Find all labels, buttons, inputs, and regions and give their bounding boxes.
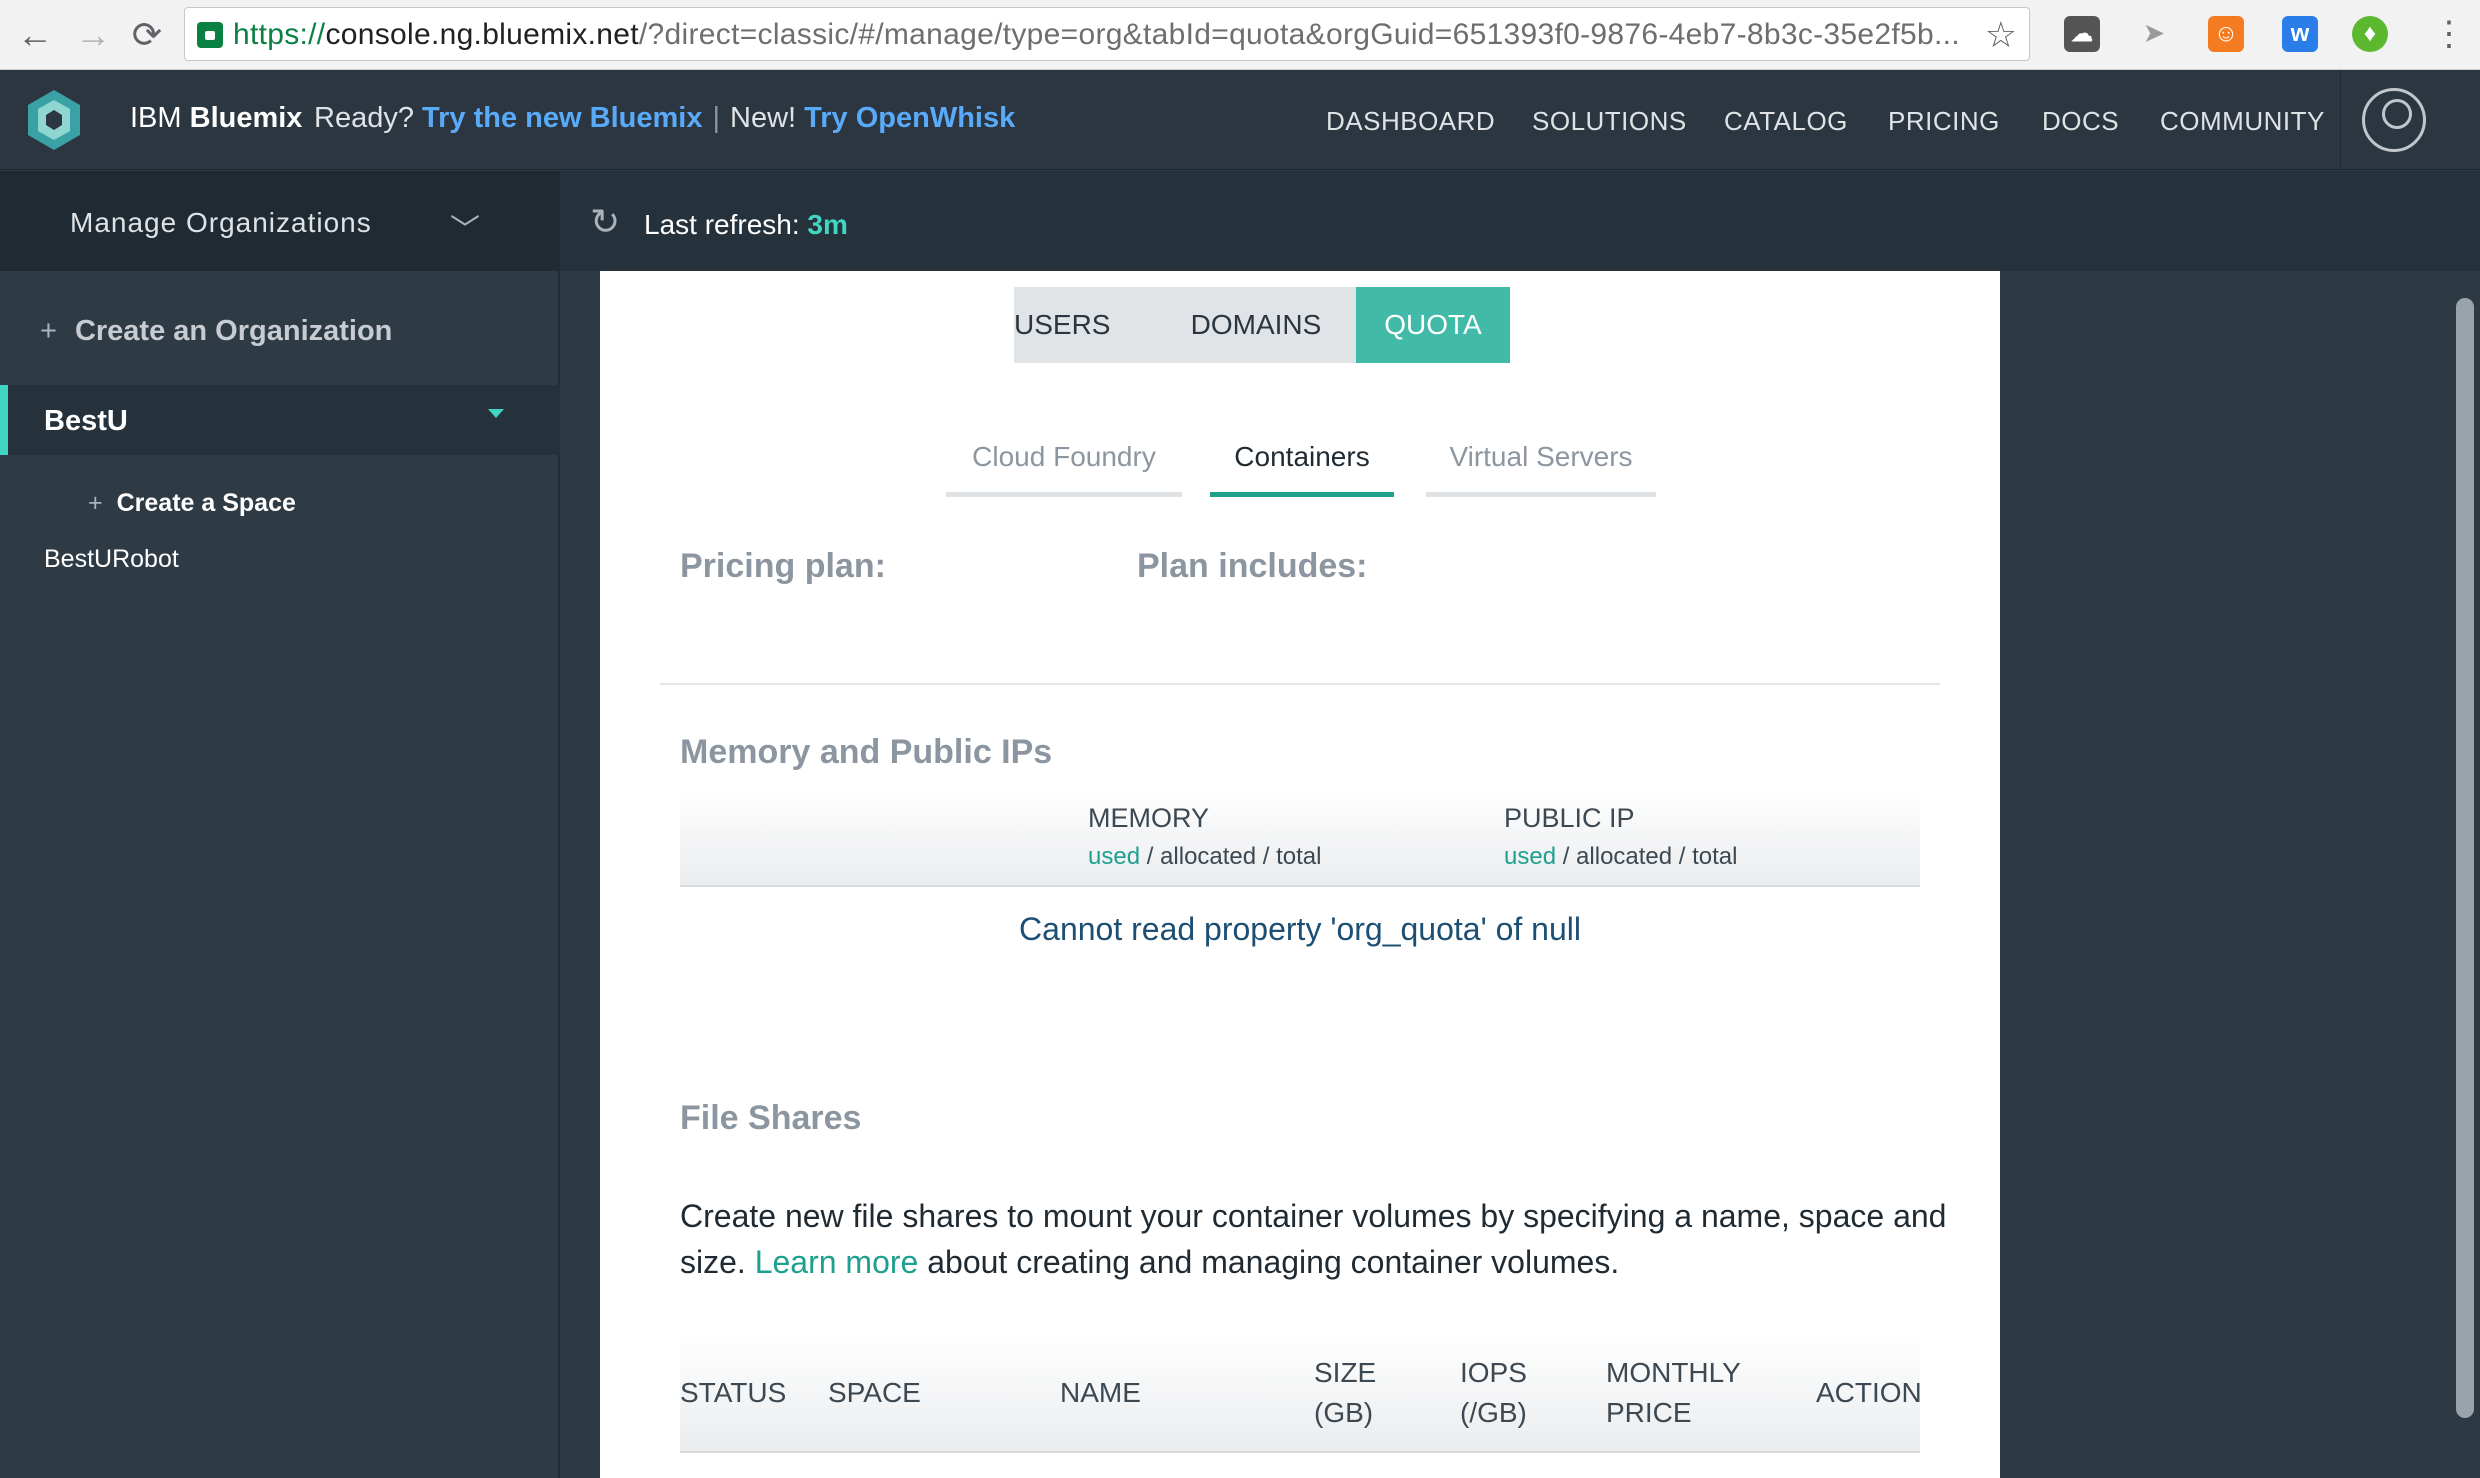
manage-organizations-label: Manage Organizations	[70, 207, 372, 238]
user-avatar-icon[interactable]	[2362, 88, 2426, 152]
sub-header: Manage Organizations ﹀ ↻ Last refresh: 3…	[0, 171, 2480, 271]
promo-strip: Ready? Try the new Bluemix | New! Try Open…	[314, 102, 1016, 134]
extension-icon-green[interactable]: ♦	[2352, 16, 2388, 52]
tab-users-area[interactable]	[1014, 287, 1204, 363]
plus-icon: +	[88, 489, 103, 517]
bluemix-logo-icon[interactable]	[22, 88, 86, 152]
file-shares-table-header: STATUS SPACE NAME SIZE (GB) IOPS (/GB) M…	[680, 1335, 1922, 1453]
sidebar-item-org[interactable]: BestU	[0, 385, 560, 455]
memory-column-title: MEMORY	[1088, 803, 1210, 833]
extension-icon-orange[interactable]: ☺	[2208, 16, 2244, 52]
browser-toolbar: ← → ⟳ https://console.ng.bluemix.net/?di…	[0, 0, 2480, 70]
subtab-containers[interactable]: Containers	[1210, 441, 1394, 473]
memory-table-header: MEMORY used / allocated / total PUBLIC I…	[680, 789, 1920, 887]
column-size: SIZE (GB)	[1314, 1357, 1377, 1428]
manage-organizations-dropdown[interactable]: Manage Organizations ﹀	[0, 171, 560, 271]
bookmark-star-icon[interactable]: ☆	[1985, 14, 2017, 56]
nav-pricing[interactable]: PRICING	[1888, 106, 2000, 137]
plus-icon: +	[40, 315, 57, 347]
brand-name[interactable]: IBM Bluemix	[130, 102, 302, 135]
nav-divider	[2340, 70, 2341, 170]
column-space: SPACE	[828, 1377, 921, 1408]
lock-icon	[197, 22, 223, 48]
memory-section-title: Memory and Public IPs	[680, 733, 1053, 771]
main-tabs: USERS DOMAINS QUOTA	[1014, 287, 1510, 363]
quota-card: USERS DOMAINS QUOTA Cloud Foundry Contai…	[600, 271, 2000, 1478]
pricing-plan-label: Pricing plan:	[680, 547, 886, 585]
create-organization-button[interactable]: + Create an Organization	[40, 315, 392, 348]
subtab-underline	[1426, 492, 1656, 497]
public-ip-column-title: PUBLIC IP	[1504, 803, 1635, 833]
caret-down-icon[interactable]	[488, 409, 504, 418]
column-action: ACTION	[1816, 1377, 1922, 1408]
app-header: IBM Bluemix Ready? Try the new Bluemix | N…	[0, 70, 2480, 170]
back-arrow-icon[interactable]: ←	[12, 12, 58, 58]
subtab-cloud-foundry[interactable]: Cloud Foundry	[946, 441, 1182, 473]
extension-icon-w[interactable]: w	[2282, 16, 2318, 52]
scrollbar-thumb[interactable]	[2456, 298, 2474, 1418]
sidebar: + Create an Organization BestU + Create a …	[0, 271, 560, 1478]
nav-community[interactable]: COMMUNITY	[2160, 106, 2325, 137]
url-text[interactable]: https://console.ng.bluemix.net/?direct=c…	[233, 18, 1960, 52]
column-status: STATUS	[680, 1377, 787, 1408]
public-ip-usage-legend: used / allocated / total	[1504, 843, 1738, 870]
chevron-down-icon[interactable]: ﹀	[450, 205, 480, 249]
last-refresh: Last refresh: 3m	[644, 209, 848, 240]
learn-more-link[interactable]: Learn more	[755, 1244, 919, 1280]
nav-docs[interactable]: DOCS	[2042, 106, 2119, 137]
try-openwhisk-link[interactable]: Try OpenWhisk	[804, 102, 1015, 134]
reload-icon[interactable]: ⟳	[124, 12, 170, 58]
sidebar-item-space[interactable]: BestURobot	[44, 545, 179, 574]
try-new-bluemix-link[interactable]: Try the new Bluemix	[422, 102, 702, 134]
forward-arrow-icon[interactable]: →	[70, 12, 116, 58]
extension-icon-cloud[interactable]: ☁	[2064, 16, 2100, 52]
file-shares-description: Create new file shares to mount your con…	[680, 1198, 1947, 1280]
nav-dashboard[interactable]: DASHBOARD	[1326, 106, 1495, 137]
tab-quota[interactable]: QUOTA	[1356, 287, 1510, 363]
address-bar[interactable]: https://console.ng.bluemix.net/?direct=c…	[184, 7, 2030, 61]
subtab-virtual-servers[interactable]: Virtual Servers	[1426, 441, 1656, 473]
browser-menu-icon[interactable]: ⋮	[2432, 14, 2466, 54]
divider	[660, 683, 1940, 685]
column-monthly-price: MONTHLY PRICE	[1606, 1357, 1741, 1428]
create-space-button[interactable]: + Create a Space	[88, 489, 296, 518]
nav-solutions[interactable]: SOLUTIONS	[1532, 106, 1687, 137]
memory-usage-legend: used / allocated / total	[1088, 843, 1322, 870]
extension-icon-cursor[interactable]: ➤	[2136, 16, 2172, 52]
subtab-underline	[946, 492, 1182, 497]
org-name: BestU	[44, 405, 128, 437]
error-message: Cannot read property 'org_quota' of null	[1019, 911, 1581, 947]
subtab-underline-active	[1210, 492, 1394, 497]
nav-catalog[interactable]: CATALOG	[1724, 106, 1848, 137]
refresh-icon[interactable]: ↻	[590, 201, 620, 243]
tab-domains[interactable]: DOMAINS	[1184, 287, 1328, 363]
column-name: NAME	[1060, 1377, 1141, 1408]
file-shares-title: File Shares	[680, 1099, 862, 1137]
plan-includes-label: Plan includes:	[1137, 547, 1368, 585]
column-iops: IOPS (/GB)	[1460, 1357, 1527, 1428]
